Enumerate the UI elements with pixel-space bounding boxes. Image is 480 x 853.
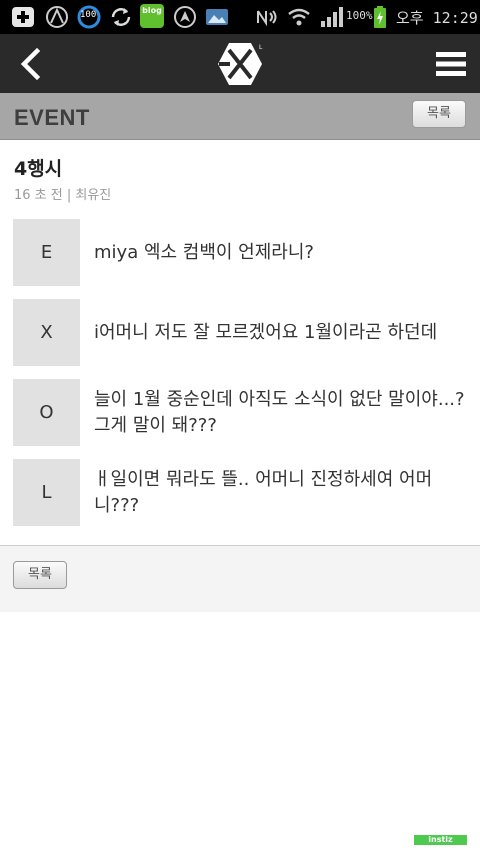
clock: 오후 12:29: [396, 9, 478, 27]
navigation-app-icon: [46, 6, 68, 28]
acrostic-row: X i어머니 저도 잘 모르겠어요 1월이라곤 하던데: [13, 299, 473, 366]
acrostic-line: 늘이 1월 중순인데 아직도 소식이 없단 말이야...? 그게 말이 돼???: [94, 388, 465, 436]
acrostic-letter: E: [13, 219, 80, 286]
sync-icon: [111, 8, 131, 26]
photo-app-icon: [206, 9, 228, 25]
status-bar: 100 blog 100% 오후 12:29: [0, 0, 480, 34]
section-title: EVENT: [14, 105, 90, 130]
wifi-icon: [288, 8, 310, 26]
exo-logo[interactable]: L: [215, 41, 265, 87]
acrostic-letter: L: [13, 459, 80, 526]
blog-label: blog: [142, 6, 162, 15]
acrostic-letter: X: [13, 299, 80, 366]
nfc-icon: [257, 10, 277, 27]
acrostic-line: ㅐ일이면 뭐라도 뜰.. 어머니 진정하세여 어머니???: [94, 468, 433, 516]
battery-percent: 100%: [346, 9, 373, 22]
badge-100: 100: [80, 10, 97, 20]
chevron-left-icon[interactable]: [12, 44, 52, 84]
acrostic-row: E miya 엑소 컴백이 언제라니?: [13, 219, 473, 286]
acrostic-line: i어머니 저도 잘 모르겠어요 1월이라곤 하던데: [94, 321, 438, 343]
navigation-app-icon-2: [174, 6, 196, 28]
signal-icon: [321, 7, 343, 27]
svg-text:L: L: [259, 44, 263, 51]
list-button-bottom[interactable]: 목록: [13, 561, 67, 589]
battery-charging-icon: [374, 6, 386, 28]
section-header: EVENT: [0, 93, 480, 140]
acrostic-row: O 늘이 1월 중순인데 아직도 소식이 없단 말이야...? 그게 말이 돼?…: [13, 379, 473, 446]
blog-app-icon: blog: [140, 4, 164, 28]
post-title: 4행시: [14, 158, 63, 180]
post-meta: 16 초 전 | 최유진: [14, 188, 112, 203]
app-bar: L: [0, 34, 480, 93]
list-button-top[interactable]: 목록: [412, 100, 466, 128]
acrostic-row: L ㅐ일이면 뭐라도 뜰.. 어머니 진정하세여 어머니???: [13, 459, 473, 526]
post-footer: [0, 546, 480, 612]
watermark: instiz: [414, 835, 467, 845]
hamburger-menu-icon[interactable]: [432, 46, 470, 82]
add-icon: [12, 7, 34, 27]
acrostic-letter: O: [13, 379, 80, 446]
acrostic-line: miya 엑소 컴백이 언제라니?: [94, 241, 314, 263]
